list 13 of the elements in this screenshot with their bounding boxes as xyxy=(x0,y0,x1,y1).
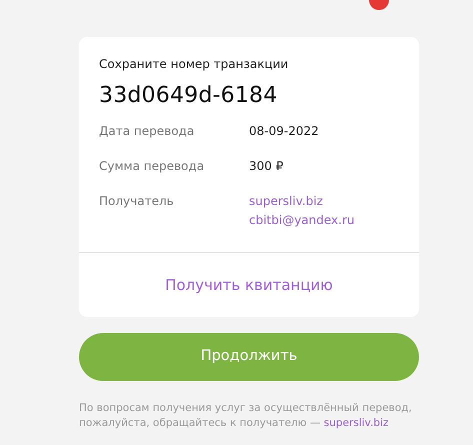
detail-label: Получатель xyxy=(99,193,175,210)
footnote-text: По вопросам получения услуг за осуществлённый перевод, пожалуйста, обращайтесь к получателю — supersliv.biz xyxy=(79,401,413,431)
recipient-link[interactable]: supersliv.biz xyxy=(249,192,323,211)
detail-value: 300 ₽ xyxy=(249,158,284,175)
continue-button[interactable]: Продолжить xyxy=(79,333,419,381)
receipt-link[interactable]: Получить квитанцию xyxy=(165,276,333,294)
detail-value: 08-09-2022 xyxy=(249,123,319,140)
transaction-id: 33d0649d-6184 xyxy=(99,82,278,110)
detail-label: Сумма перевода xyxy=(99,158,206,175)
recipient-link[interactable]: supersliv.biz xyxy=(324,417,388,429)
caption: Сохраните номер транзакции xyxy=(99,56,290,73)
detail-label: Дата перевода xyxy=(99,123,196,140)
recipient-link[interactable]: cbitbi@yandex.ru xyxy=(249,211,355,230)
